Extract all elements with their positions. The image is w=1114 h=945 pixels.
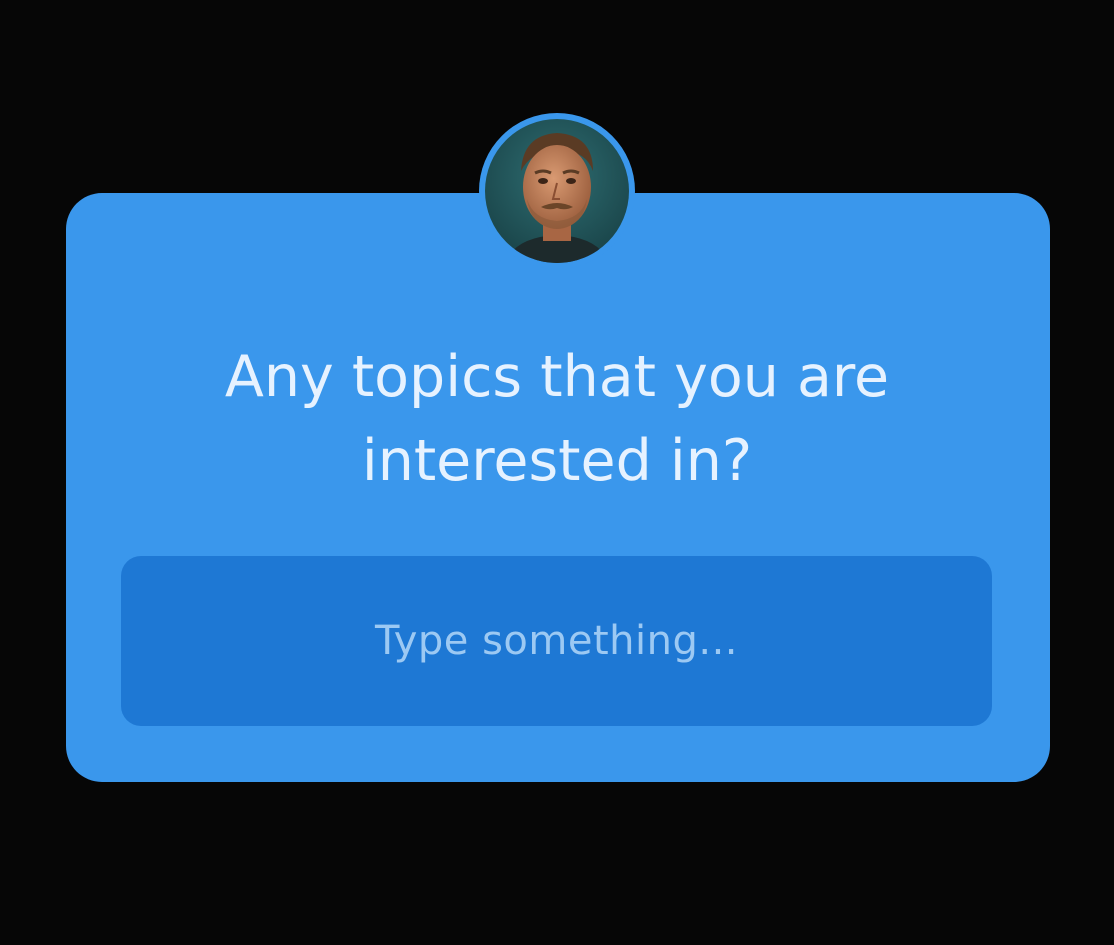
profile-photo-icon bbox=[485, 119, 629, 263]
story-screen: Any topics that you are interested in? T… bbox=[0, 0, 1114, 945]
answer-input[interactable]: Type something... bbox=[121, 556, 992, 726]
question-text: Any topics that you are interested in? bbox=[177, 335, 937, 503]
question-line-1: Any topics that you are bbox=[224, 344, 890, 410]
avatar bbox=[479, 113, 635, 269]
question-line-2: interested in? bbox=[361, 428, 753, 494]
answer-placeholder: Type something... bbox=[374, 618, 738, 664]
